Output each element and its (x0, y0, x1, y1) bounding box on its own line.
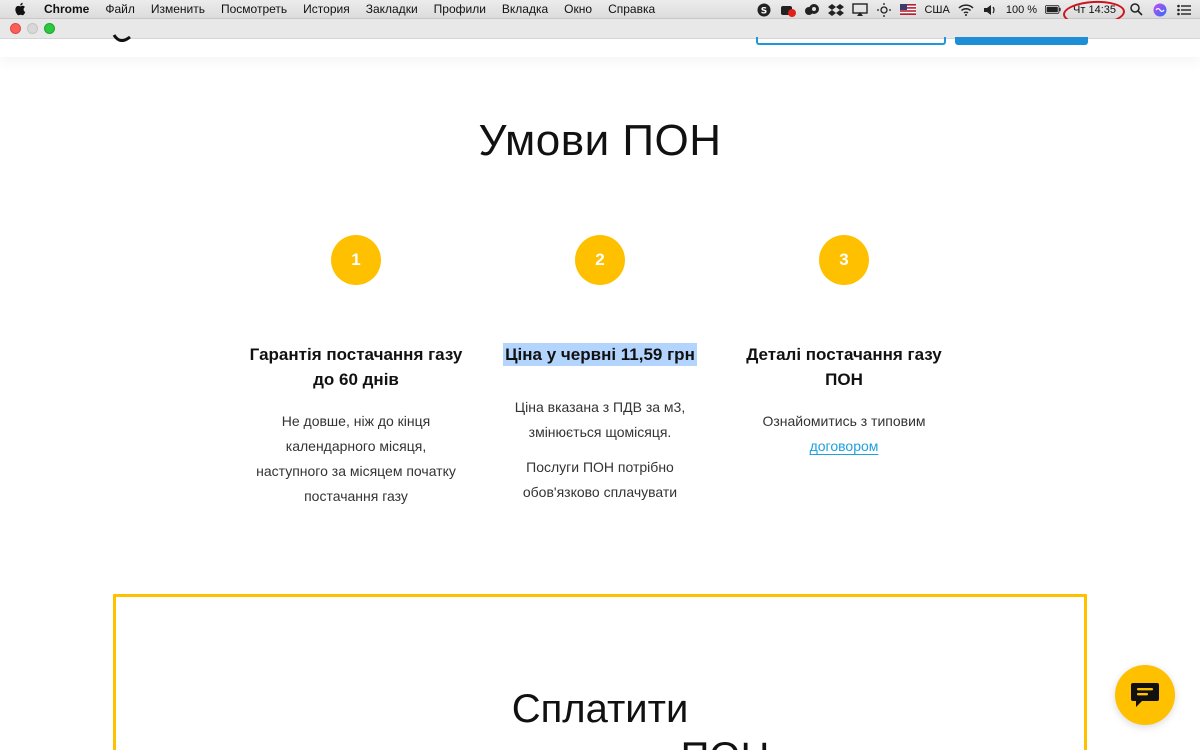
battery-percent[interactable]: 100 % (1006, 4, 1037, 16)
battery-icon[interactable] (1045, 3, 1061, 17)
condition-column-3: Деталі постачання газу ПОН Ознайомитись … (724, 342, 964, 459)
clock[interactable]: Чт 14:35 (1062, 0, 1126, 27)
condition-title-2: Ціна у червні 11,59 грн (480, 342, 720, 367)
menu-history[interactable]: История (303, 2, 350, 16)
skype-icon[interactable]: S (756, 3, 772, 17)
text-line: Послуги ПОН потрібно (526, 459, 674, 475)
step-badge-2: 2 (575, 235, 625, 285)
text-line: календарного місяця, (285, 438, 427, 454)
selected-price-text: Ціна у червні 11,59 грн (503, 343, 697, 366)
notification-center-icon[interactable] (1176, 3, 1192, 17)
step-badge-3: 3 (819, 235, 869, 285)
window-close-button[interactable] (10, 23, 21, 34)
cloud-sync-icon[interactable] (804, 3, 820, 17)
header-outline-button[interactable] (756, 37, 946, 45)
window-minimize-button[interactable] (27, 23, 38, 34)
us-flag-icon[interactable] (900, 3, 917, 17)
wifi-icon[interactable] (958, 3, 974, 17)
header-primary-button[interactable] (955, 37, 1088, 45)
site-header (0, 34, 1200, 57)
condition-title-3-line2: ПОН (825, 370, 863, 389)
condition-text-1: Не довше, ніж до кінця календарного міся… (236, 409, 476, 509)
pay-title-line2: ПОН (116, 733, 1084, 750)
menu-profiles[interactable]: Профили (434, 2, 486, 16)
status-tray: S США 100 % Чт 14:35 (756, 0, 1192, 27)
text-line: обов'язково сплачувати (522, 484, 678, 500)
pay-section: Сплатити ПОН (113, 594, 1087, 750)
notification-badge-icon[interactable] (780, 3, 797, 17)
menu-file[interactable]: Файл (105, 2, 135, 16)
condition-title-1-line1: Гарантія постачання газу (249, 345, 463, 364)
spotlight-search-icon[interactable] (1128, 3, 1144, 17)
svg-text:S: S (761, 6, 767, 16)
window-zoom-button[interactable] (44, 23, 55, 34)
text-line: Не довше, ніж до кінця (281, 413, 431, 429)
menu-view[interactable]: Посмотреть (221, 2, 287, 16)
condition-column-2: Ціна у червні 11,59 грн Ціна вказана з П… (480, 342, 720, 505)
menu-app-chrome[interactable]: Chrome (44, 2, 89, 16)
condition-title-3: Деталі постачання газу ПОН (724, 342, 964, 392)
condition-text-3: Ознайомитись з типовим договором (724, 409, 964, 459)
contract-link[interactable]: договором (810, 438, 879, 454)
condition-title-3-line1: Деталі постачання газу (746, 345, 942, 364)
condition-text-2: Ціна вказана з ПДВ за м3, змінюється щом… (480, 395, 720, 505)
menu-tab[interactable]: Вкладка (502, 2, 548, 16)
text-line: Ціна вказана з ПДВ за м3, (514, 399, 686, 415)
volume-icon[interactable] (982, 3, 998, 17)
pay-title-line1: Сплатити (511, 687, 689, 731)
chat-icon (1131, 683, 1159, 707)
pay-title: Сплатити ПОН (116, 685, 1084, 750)
window-titlebar (0, 19, 1200, 39)
text-line: змінюється щомісяця. (528, 424, 672, 440)
text-line: Ознайомитись з типовим (762, 413, 926, 429)
siri-icon[interactable] (1152, 3, 1168, 17)
payment-paragraph: Послуги ПОН потрібно обов'язково сплачув… (480, 455, 720, 505)
chat-widget-button[interactable] (1115, 665, 1175, 725)
condition-title-1: Гарантія постачання газу до 60 днів (236, 342, 476, 392)
menu-edit[interactable]: Изменить (151, 2, 205, 16)
menu-bookmarks[interactable]: Закладки (366, 2, 418, 16)
condition-title-1-line2: до 60 днів (313, 370, 399, 389)
menu-bar: Chrome Файл Изменить Посмотреть История … (0, 0, 1200, 27)
menu-help[interactable]: Справка (608, 2, 655, 16)
apple-icon[interactable] (14, 2, 28, 16)
menu-window[interactable]: Окно (564, 2, 592, 16)
dropbox-icon[interactable] (828, 3, 845, 17)
airplay-icon[interactable] (852, 2, 869, 17)
step-badge-1: 1 (331, 235, 381, 285)
site-logo[interactable] (112, 33, 140, 45)
text-line: наступного за місяцем початку (256, 463, 456, 479)
condition-column-1: Гарантія постачання газу до 60 днів Не д… (236, 342, 476, 509)
section-title: Умови ПОН (478, 116, 722, 165)
price-paragraph: Ціна вказана з ПДВ за м3, змінюється щом… (480, 395, 720, 445)
input-source-label[interactable]: США (924, 4, 949, 16)
text-line: постачання газу (304, 488, 408, 504)
brightness-icon[interactable] (876, 2, 892, 17)
